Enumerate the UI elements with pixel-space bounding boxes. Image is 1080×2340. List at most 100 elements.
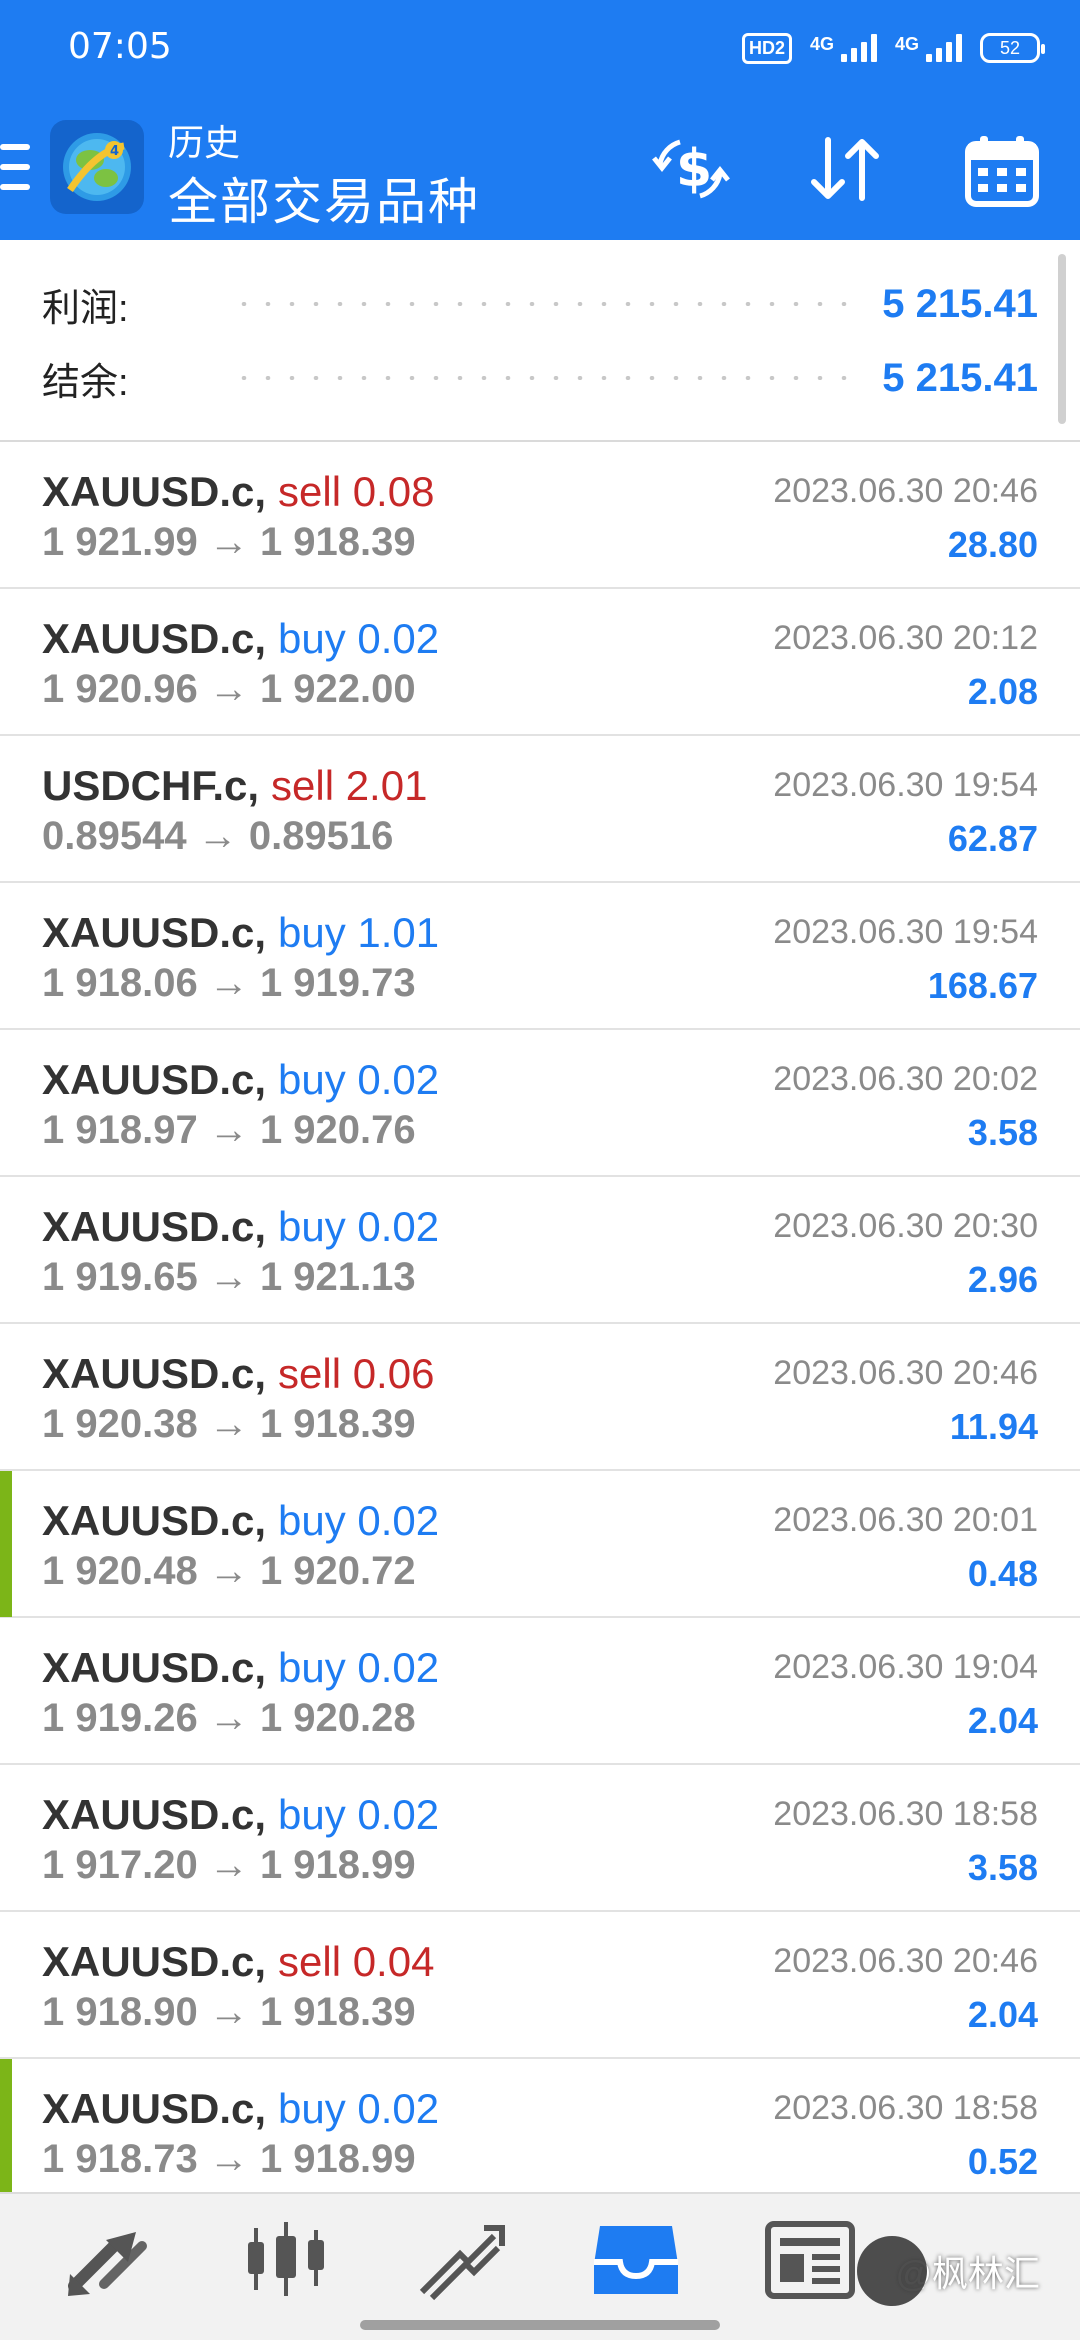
trade-volume: 1.01 [357,909,440,956]
trade-profit: 0.52 [967,2141,1038,2182]
sort-icon[interactable] [806,134,886,204]
trade-profit: 2.08 [967,671,1038,712]
open-price: 1 920.48 [42,1549,198,1593]
page-title[interactable]: 全部交易品种 [168,162,480,234]
trade-volume: 0.06 [352,1350,435,1397]
close-price: 1 918.39 [259,520,416,564]
history-icon[interactable] [586,2214,686,2304]
trade-row[interactable]: XAUUSD.c, sell 0.08 1 921.99 → 1 918.39 202… [0,442,1080,589]
open-price: 1 918.73 [42,2137,198,2181]
home-indicator[interactable] [360,2320,720,2330]
menu-icon[interactable] [0,144,30,190]
trade-direction: sell [278,1350,342,1397]
trade-row[interactable]: USDCHF.c, sell 2.01 0.89544 → 0.89516 2023.… [0,736,1080,883]
metatrader-logo: 4 [50,120,144,214]
trade-row[interactable]: XAUUSD.c, buy 0.02 1 919.65 → 1 921.13 2023… [0,1177,1080,1324]
trade-symbol: XAUUSD.c, [42,2085,267,2132]
trade-symbol: XAUUSD.c, [42,615,267,662]
arrow-right-icon: → [197,1696,260,1740]
trade-time: 2023.06.30 20:46 [773,472,1038,510]
profit-row: 利润: 5 215.41 [42,274,1038,334]
trade-row[interactable]: XAUUSD.c, buy 1.01 1 918.06 → 1 919.73 2023… [0,883,1080,1030]
scrollbar[interactable] [1058,254,1066,424]
trade-symbol: XAUUSD.c, [42,1350,267,1397]
trade-time: 2023.06.30 20:46 [773,1942,1038,1980]
trade-row[interactable]: XAUUSD.c, sell 0.06 1 920.38 → 1 918.39 202… [0,1324,1080,1471]
trade-side: buy 0.02 [278,1056,439,1104]
trade-row[interactable]: XAUUSD.c, buy 0.02 1 918.73 → 1 918.99 2023… [0,2059,1080,2192]
trade-row[interactable]: XAUUSD.c, buy 0.02 1 918.97 → 1 920.76 2023… [0,1030,1080,1177]
trade-row[interactable]: XAUUSD.c, buy 0.02 1 920.48 → 1 920.72 2023… [0,1471,1080,1618]
network-type-label: 4G [809,34,834,54]
trade-symbol: XAUUSD.c, [42,1056,267,1103]
trade-row[interactable]: XAUUSD.c, buy 0.02 1 920.96 → 1 922.00 2023… [0,589,1080,736]
balance-row: 结余: 5 215.41 [42,348,1038,408]
open-price: 1 918.90 [42,1990,198,2034]
trade-direction: buy [278,1203,346,1250]
close-price: 1 920.72 [259,1549,416,1593]
open-price: 1 920.38 [42,1402,198,1446]
signal-icon: 4G [810,34,877,62]
trade-profit: 0.48 [967,1553,1038,1594]
trade-volume: 0.02 [357,1056,440,1103]
page-subtitle: 历史 [168,122,241,163]
trade-volume: 0.08 [352,468,435,515]
trade-prices: 1 919.26 → 1 920.28 [42,1696,416,1741]
trade-side: buy 0.02 [278,1203,439,1251]
trade-prices: 1 921.99 → 1 918.39 [42,520,416,565]
watermark: @枫林汇 [857,2236,1040,2306]
close-price: 1 920.28 [259,1696,416,1740]
trade-side: buy 0.02 [278,1791,439,1839]
trade-prices: 1 920.96 → 1 922.00 [42,667,416,712]
news-icon[interactable] [760,2214,860,2304]
arrow-right-icon: → [197,667,260,711]
trade-time: 2023.06.30 20:30 [773,1207,1038,1245]
close-price: 1 918.99 [259,2137,416,2181]
open-price: 1 920.96 [42,667,198,711]
profit-value: 5 215.41 [882,281,1038,326]
trade-row[interactable]: XAUUSD.c, buy 0.02 1 917.20 → 1 918.99 2023… [0,1765,1080,1912]
arrow-right-icon: → [197,520,260,564]
trade-prices: 1 918.90 → 1 918.39 [42,1990,416,2035]
trade-side: buy 1.01 [278,909,439,957]
trade-time: 2023.06.30 18:58 [773,2089,1038,2127]
calendar-icon[interactable] [962,134,1042,207]
open-price: 1 918.06 [42,961,198,1005]
trade-direction: buy [278,1644,346,1691]
trade-side: sell 2.01 [271,762,427,810]
trade-volume: 0.02 [357,615,440,662]
profit-label: 利润: [42,287,129,330]
trade-prices: 1 918.06 → 1 919.73 [42,961,416,1006]
trade-volume: 0.02 [357,1203,440,1250]
trade-icon[interactable] [410,2214,510,2304]
trade-profit: 62.87 [947,818,1038,859]
quotes-icon[interactable] [60,2214,160,2304]
trade-row[interactable]: XAUUSD.c, sell 0.04 1 918.90 → 1 918.39 202… [0,1912,1080,2059]
trade-direction: buy [278,615,346,662]
account-summary: 利润: 5 215.41 结余: 5 215.41 [0,240,1080,442]
trade-volume: 0.02 [357,1497,440,1544]
arrow-right-icon: → [197,1549,260,1593]
open-price: 1 918.97 [42,1108,198,1152]
trade-symbol: XAUUSD.c, [42,1497,267,1544]
trade-symbol: XAUUSD.c, [42,468,267,515]
trade-profit: 2.04 [967,1994,1038,2035]
trade-direction: buy [278,1497,346,1544]
trade-row[interactable]: XAUUSD.c, buy 0.02 1 919.26 → 1 920.28 2023… [0,1618,1080,1765]
arrow-right-icon: → [197,1990,260,2034]
open-price: 1 919.26 [42,1696,198,1740]
chart-icon[interactable] [236,2214,336,2304]
trade-time: 2023.06.30 20:01 [773,1501,1038,1539]
currency-exchange-icon[interactable]: $ [650,134,730,204]
trade-symbol: XAUUSD.c, [42,1203,267,1250]
trade-symbol: XAUUSD.c, [42,1938,267,1985]
app-bar: 4 历史 全部交易品种 $ [0,96,1080,240]
trade-time: 2023.06.30 18:58 [773,1795,1038,1833]
trade-history-list[interactable]: XAUUSD.c, sell 0.08 1 921.99 → 1 918.39 202… [0,442,1080,2192]
trade-volume: 0.04 [352,1938,435,1985]
trade-symbol: XAUUSD.c, [42,1644,267,1691]
arrow-right-icon: → [197,2137,260,2181]
trade-prices: 1 920.38 → 1 918.39 [42,1402,416,1447]
trade-prices: 1 918.73 → 1 918.99 [42,2137,416,2182]
hd-voice-icon: HD2 [741,32,792,64]
